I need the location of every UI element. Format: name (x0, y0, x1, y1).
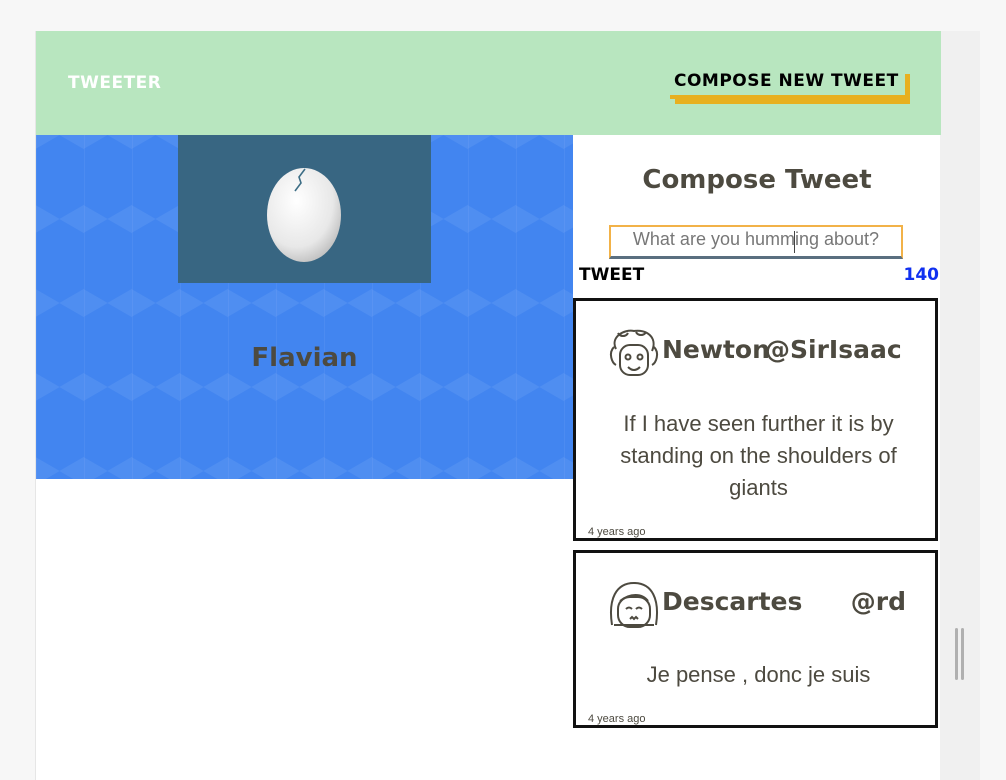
tweet-timestamp: 4 years ago (588, 526, 646, 538)
tweet-author-name[interactable]: Descartes (662, 587, 802, 616)
tweet-header: Newton @SirIsaac (606, 327, 906, 385)
tweet-body: If I have seen further it is by standing… (620, 411, 897, 500)
tweet-submit-button[interactable]: tweet (579, 265, 644, 285)
tweet-card: Descartes @rd Je pense , donc je suis 4 … (573, 550, 938, 728)
newton-avatar-icon (609, 329, 659, 376)
profile-name: Flavian (251, 343, 358, 373)
tweet-timestamp: 4 years ago (588, 713, 646, 725)
tweet-header: Descartes @rd (606, 579, 906, 637)
tweet-card: Newton @SirIsaac If I have seen further … (573, 298, 938, 541)
tweet-body: Je pense , donc je suis (646, 662, 871, 687)
descartes-avatar-icon (610, 581, 658, 628)
character-counter: 140 (903, 265, 940, 285)
tweet-author-name[interactable]: Newton (662, 335, 770, 364)
resize-handle[interactable] (955, 628, 965, 680)
compose-panel: Compose Tweet What are you humming about… (573, 135, 941, 298)
tweet-author-handle[interactable]: @SirIsaac (765, 335, 902, 364)
navbar: tweeter compose new tweet (36, 31, 941, 135)
profile-header: Flavian (36, 135, 573, 479)
text-cursor (609, 225, 903, 259)
tweet-author-handle[interactable]: @rd (851, 587, 906, 616)
compose-title: Compose Tweet (642, 165, 872, 195)
profile-avatar (178, 135, 431, 283)
compose-new-tweet-button[interactable]: compose new tweet (670, 69, 905, 99)
egg-avatar-icon (267, 168, 341, 262)
brand-logo[interactable]: tweeter (68, 73, 161, 93)
